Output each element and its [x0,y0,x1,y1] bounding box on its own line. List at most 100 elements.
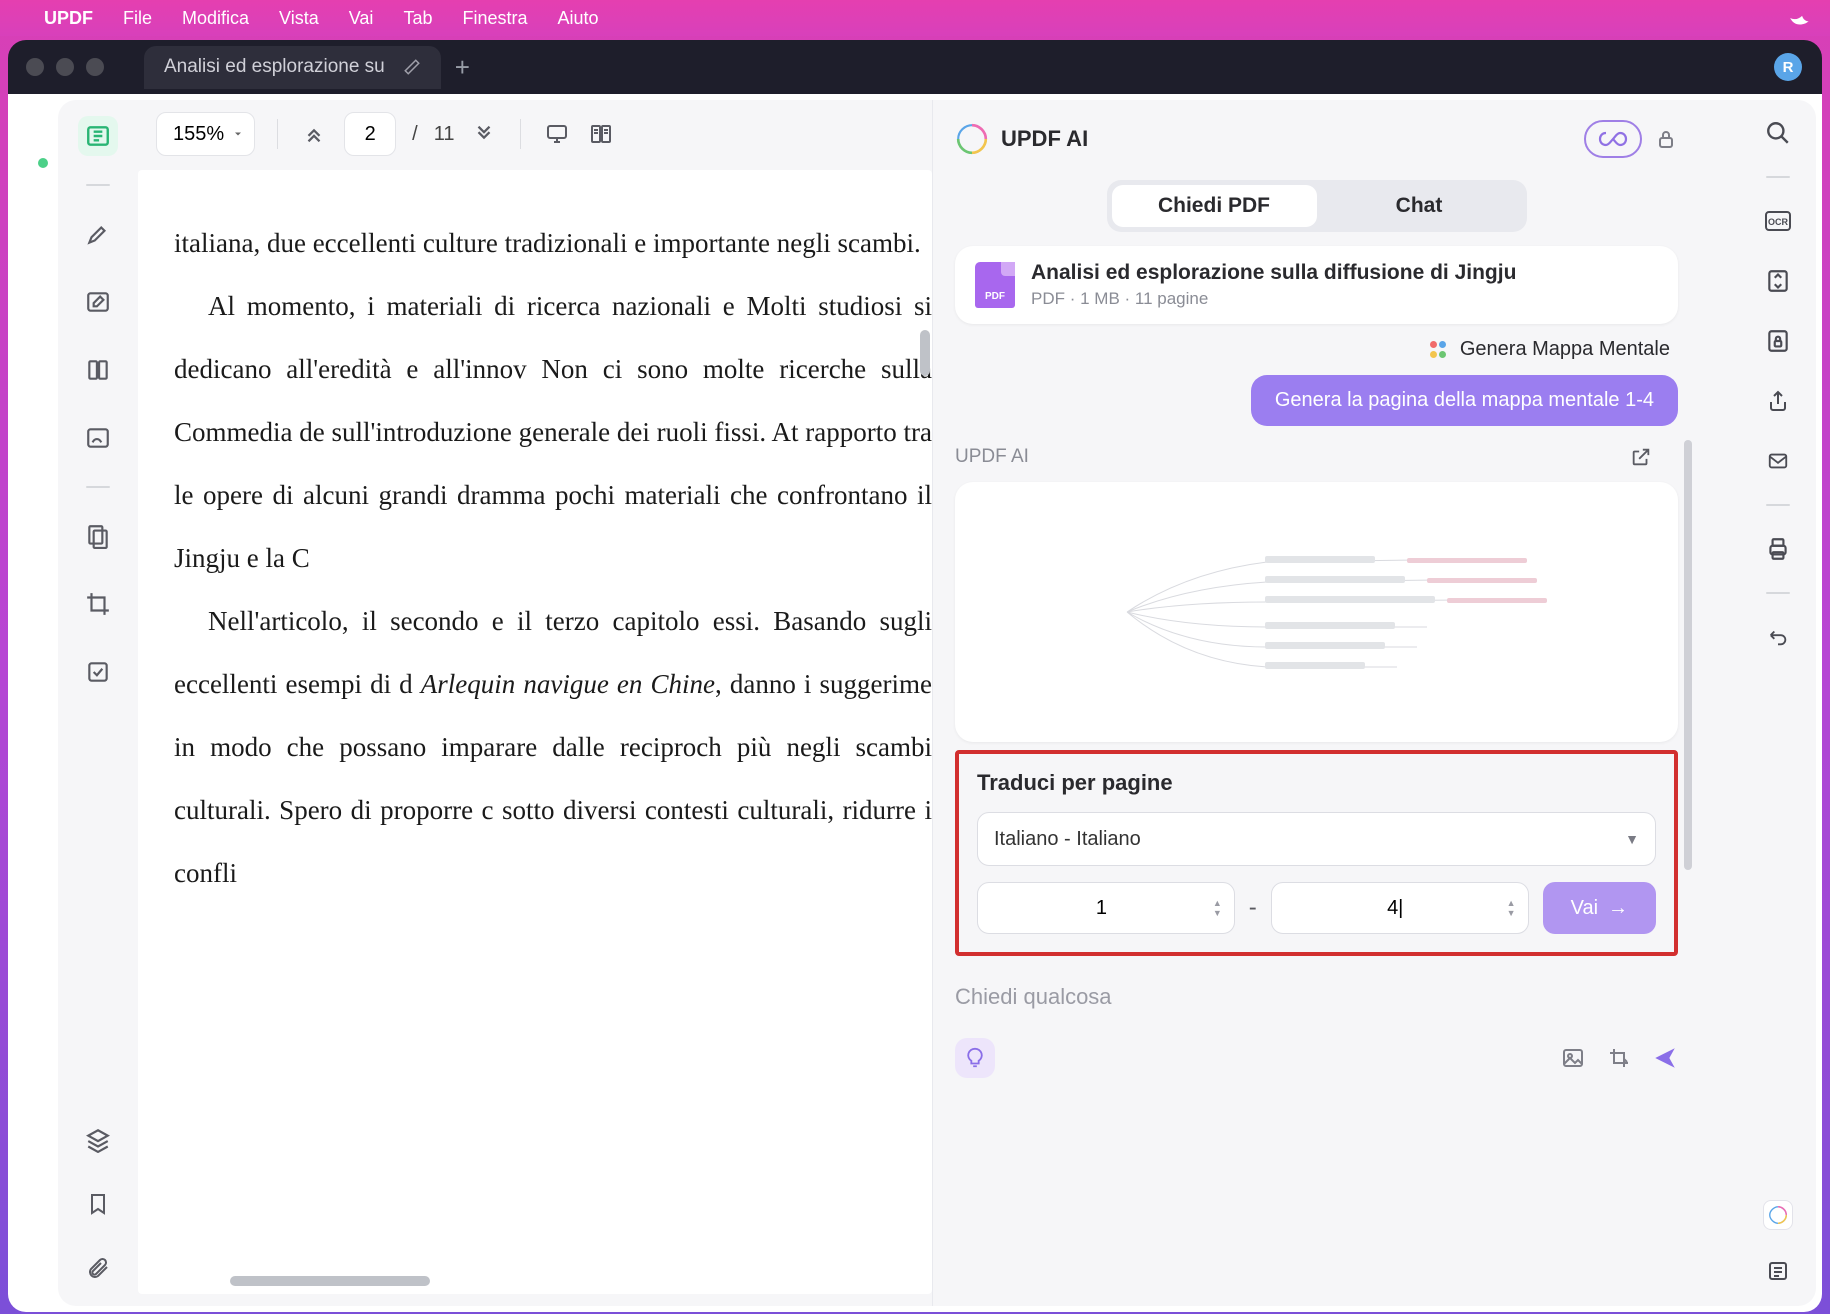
total-pages: 11 [434,123,455,146]
left-sidebar [58,100,138,1306]
avatar[interactable]: R [1774,53,1802,81]
undo-icon[interactable] [1761,620,1795,654]
tool-misc-icon[interactable] [78,652,118,692]
send-icon[interactable] [1652,1045,1678,1071]
doc-paragraph: Nell'articolo, il secondo e il terzo cap… [174,590,932,905]
print-icon[interactable] [1761,532,1795,566]
fill-sign-icon[interactable] [78,418,118,458]
translate-title: Traduci per pagine [977,770,1656,796]
lock-icon[interactable] [1654,127,1678,151]
share-icon[interactable] [1761,384,1795,418]
infinity-button[interactable] [1584,120,1642,158]
ai-panel: UPDF AI Chiedi PDF Chat PDF Anali [932,100,1692,1306]
page-number-input[interactable] [344,112,396,156]
page-from-stepper[interactable]: 1 ▲▼ [977,882,1235,934]
document-column: 155% / 11 [138,100,932,1306]
attachment-icon[interactable] [78,1248,118,1288]
prev-page-icon[interactable] [300,120,328,148]
tab-ask-pdf[interactable]: Chiedi PDF [1112,185,1317,227]
menu-app[interactable]: UPDF [44,8,93,29]
menu-edit[interactable]: Modifica [182,8,249,29]
mindmap-generate-button[interactable]: Genera la pagina della mappa mentale 1-4 [1251,375,1678,426]
dove-icon[interactable] [1788,5,1830,31]
image-icon[interactable] [1560,1046,1586,1070]
ocr-icon[interactable]: OCR [1761,204,1795,238]
file-title: Analisi ed esplorazione sulla diffusione… [1031,261,1516,285]
chevron-down-icon: ▼ [1625,831,1639,847]
crop-alt-icon[interactable] [1606,1046,1632,1070]
two-page-icon[interactable] [587,120,615,148]
ai-subheader: UPDF AI [955,446,1678,468]
zoom-dropdown[interactable]: 155% [156,112,255,156]
mindmap-generate-label[interactable]: Genera Mappa Mentale [955,338,1678,361]
edit-text-icon[interactable] [78,282,118,322]
window-titlebar: Analisi ed esplorazione su + R [8,40,1822,94]
sidebar-divider [1766,592,1790,594]
sidebar-divider [86,486,110,488]
language-dropdown[interactable]: Italiano - Italiano ▼ [977,812,1656,866]
document-toolbar: 155% / 11 [138,100,932,168]
sidebar-divider [86,184,110,186]
go-button[interactable]: Vai→ [1543,882,1656,934]
doc-paragraph: italiana, due eccellenti culture tradizi… [174,212,932,275]
doc-paragraph: Al momento, i materiali di ricerca nazio… [174,275,932,590]
document-tab[interactable]: Analisi ed esplorazione su [144,46,441,89]
menu-window[interactable]: Finestra [462,8,527,29]
page-to-stepper[interactable]: 4| ▲▼ [1271,882,1529,934]
layers-icon[interactable] [78,1120,118,1160]
updf-logo-small-icon[interactable] [1763,1200,1793,1230]
new-tab-button[interactable]: + [455,52,470,83]
menu-file[interactable]: File [123,8,152,29]
external-link-icon[interactable] [1630,446,1652,468]
lightbulb-button[interactable] [955,1038,995,1078]
macos-menubar: UPDF File Modifica Vista Vai Tab Finestr… [0,0,1830,36]
chat-input[interactable]: Chiedi qualcosa [955,976,1678,1018]
chat-bottom-bar [955,1038,1678,1078]
stepper-arrows-icon[interactable]: ▲▼ [1507,898,1516,918]
stepper-arrows-icon[interactable]: ▲▼ [1213,898,1222,918]
dash: - [1249,894,1257,922]
search-icon[interactable] [1761,116,1795,150]
horizontal-scrollbar[interactable] [230,1276,430,1286]
redact-icon[interactable] [78,516,118,556]
divider [520,119,521,149]
mindmap-preview[interactable] [955,482,1678,742]
lock-file-icon[interactable] [1761,324,1795,358]
menu-tab[interactable]: Tab [403,8,432,29]
traffic-lights[interactable] [26,58,104,76]
ai-scrollbar[interactable] [1684,440,1692,870]
ai-header: UPDF AI [955,112,1678,166]
bookmark-icon[interactable] [78,1184,118,1224]
menu-help[interactable]: Aiuto [558,8,599,29]
file-card[interactable]: PDF Analisi ed esplorazione sulla diffus… [955,246,1678,324]
vertical-scrollbar[interactable] [920,330,930,376]
mindmap-dots-icon [1428,340,1448,360]
app-frame: 155% / 11 [8,94,1822,1312]
pdf-file-icon: PDF [975,262,1015,308]
next-page-icon[interactable] [470,120,498,148]
edge-indicator-dot [38,158,48,168]
tab-chat[interactable]: Chat [1317,185,1522,227]
slash: / [412,123,418,146]
notes-icon[interactable] [1761,1254,1795,1288]
present-icon[interactable] [543,120,571,148]
right-sidebar: OCR [1740,100,1816,1306]
divider [277,119,278,149]
document-page[interactable]: italiana, due eccellenti culture tradizi… [138,170,932,1294]
page-layout-icon[interactable] [78,350,118,390]
ai-tabs: Chiedi PDF Chat [1107,180,1527,232]
mail-icon[interactable] [1761,444,1795,478]
pencil-icon[interactable] [403,58,421,76]
sidebar-divider [1766,504,1790,506]
highlighter-icon[interactable] [78,214,118,254]
updf-ai-logo-icon [955,122,989,156]
menu-go[interactable]: Vai [349,8,374,29]
reader-mode-icon[interactable] [78,116,118,156]
convert-icon[interactable] [1761,264,1795,298]
menu-view[interactable]: Vista [279,8,319,29]
ai-title: UPDF AI [1001,126,1088,152]
tab-title: Analisi ed esplorazione su [164,56,385,78]
sidebar-divider [1766,176,1790,178]
crop-icon[interactable] [78,584,118,624]
file-meta: PDF · 1 MB · 11 pagine [1031,289,1516,309]
